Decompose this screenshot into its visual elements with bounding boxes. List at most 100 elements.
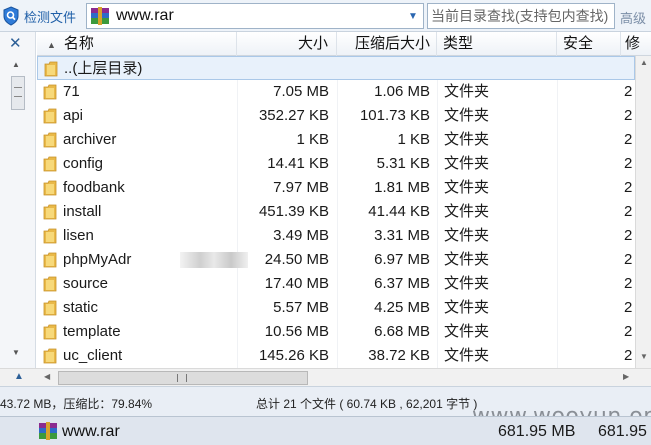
file-size: 7.97 MB (273, 179, 329, 196)
file-type: 文件夹 (444, 299, 490, 316)
folder-icon (43, 228, 57, 244)
status-left: 43.72 MB，压缩比：79.84% (0, 397, 153, 411)
file-modified: 2 (624, 107, 633, 124)
folder-icon (43, 324, 57, 340)
folder-icon (43, 252, 57, 268)
search-input[interactable]: 当前目录查找(支持包内查找) (427, 3, 615, 29)
left-panel: ✕ ▲ ▼ (0, 32, 36, 368)
file-name: static (63, 299, 99, 316)
file-modified: 2 (624, 203, 633, 220)
scroll-up-icon[interactable]: ▲ (12, 60, 20, 69)
folder-icon (44, 61, 58, 77)
column-header: ▲ 名称 大小 压缩后大小 类型 安全 修 (37, 32, 651, 56)
column-size[interactable]: 大小 (237, 32, 337, 56)
file-name: uc_client (63, 347, 123, 364)
scroll-up-icon[interactable]: ▲ (640, 58, 648, 67)
collapse-up-icon[interactable]: ▲ (14, 371, 24, 382)
file-type: 文件夹 (444, 227, 490, 244)
file-name: template (63, 323, 121, 340)
file-size: 17.40 MB (264, 275, 329, 292)
file-row[interactable]: source 17.40 MB 6.37 MB 文件夹 2 (37, 272, 635, 296)
file-size: 14.41 KB (267, 155, 329, 172)
file-type: 文件夹 (444, 83, 490, 100)
file-size: 352.27 KB (258, 107, 329, 124)
file-row[interactable]: lisen 3.49 MB 3.31 MB 文件夹 2 (37, 224, 635, 248)
detect-file-label: 检测文件 (24, 9, 77, 25)
file-type: 文件夹 (444, 251, 490, 268)
file-name: install (63, 203, 102, 220)
chevron-down-icon[interactable]: ▼ (403, 11, 423, 22)
detect-file-button[interactable]: 检测文件 (2, 3, 82, 29)
file-size: 10.56 MB (264, 323, 329, 340)
shield-icon (3, 6, 19, 26)
file-row[interactable]: foodbank 7.97 MB 1.81 MB 文件夹 2 (37, 176, 635, 200)
file-modified: 2 (624, 299, 633, 316)
file-size: 5.57 MB (273, 299, 329, 316)
scroll-left-icon[interactable]: ◀ (44, 372, 50, 381)
file-name: foodbank (63, 179, 125, 196)
file-row[interactable]: api 352.27 KB 101.73 KB 文件夹 2 (37, 104, 635, 128)
column-modified[interactable]: 修 (621, 32, 651, 56)
column-packed-size[interactable]: 压缩后大小 (337, 32, 437, 56)
file-size: 145.26 KB (258, 347, 329, 364)
file-row[interactable]: template 10.56 MB 6.68 MB 文件夹 2 (37, 320, 635, 344)
folder-icon (43, 204, 57, 220)
file-name: source (63, 275, 109, 292)
column-name-label: 名称 (63, 35, 94, 52)
advanced-search-link[interactable]: 高级 (620, 8, 646, 27)
folder-icon (43, 108, 57, 124)
folder-icon (43, 276, 57, 292)
file-list: ..(上层目录) 71 7.05 MB 1.06 MB 文件夹 2 api 352.27 K… (37, 56, 635, 368)
column-type[interactable]: 类型 (437, 32, 557, 56)
file-size: 451.39 KB (258, 203, 329, 220)
parent-directory-row[interactable]: ..(上层目录) (37, 56, 635, 80)
file-size: 24.50 MB (264, 251, 329, 268)
address-path: www.rar (116, 7, 174, 24)
file-type: 文件夹 (444, 275, 490, 292)
column-security[interactable]: 安全 (557, 32, 621, 56)
address-bar[interactable]: www.rar ▼ (86, 3, 424, 29)
file-type: 文件夹 (444, 107, 490, 124)
file-packed-size: 6.97 MB (374, 251, 430, 268)
sort-ascending-icon: ▲ (47, 40, 56, 50)
rar-archive-icon (91, 7, 109, 25)
file-name: config (63, 155, 104, 172)
folder-icon (43, 84, 57, 100)
file-row[interactable]: uc_client 145.26 KB 38.72 KB 文件夹 2 (37, 344, 635, 368)
file-modified: 2 (624, 251, 633, 268)
file-modified: 2 (624, 275, 633, 292)
grip-icon (14, 87, 22, 97)
scroll-down-icon[interactable]: ▼ (640, 352, 648, 361)
file-type: 文件夹 (444, 347, 490, 364)
bottom-file-size-2: 681.95 (598, 423, 647, 440)
file-packed-size: 6.37 MB (374, 275, 430, 292)
rar-archive-icon (39, 422, 57, 440)
file-row[interactable]: 71 7.05 MB 1.06 MB 文件夹 2 (37, 80, 635, 104)
file-packed-size: 6.68 MB (374, 323, 430, 340)
file-row[interactable]: install 451.39 KB 41.44 KB 文件夹 2 (37, 200, 635, 224)
horizontal-scrollbar[interactable]: ▲ ◀ ▶ (0, 368, 651, 386)
file-type: 文件夹 (444, 323, 490, 340)
bottom-file-bar[interactable]: www.rar 681.95 MB 681.95 (0, 416, 651, 445)
close-icon[interactable]: ✕ (9, 34, 22, 52)
bottom-file-size: 681.95 MB (498, 423, 576, 440)
file-modified: 2 (624, 323, 633, 340)
file-type: 文件夹 (444, 179, 490, 196)
file-size: 1 KB (296, 131, 329, 148)
vertical-scrollbar[interactable]: ▲ ▼ (635, 56, 651, 368)
file-row[interactable]: phpMyAdr 24.50 MB 6.97 MB 文件夹 2 (37, 248, 635, 272)
folder-icon (43, 180, 57, 196)
scroll-down-icon[interactable]: ▼ (12, 348, 20, 357)
file-row[interactable]: static 5.57 MB 4.25 MB 文件夹 2 (37, 296, 635, 320)
folder-icon (43, 348, 57, 364)
file-row[interactable]: archiver 1 KB 1 KB 文件夹 2 (37, 128, 635, 152)
file-modified: 2 (624, 155, 633, 172)
folder-icon (43, 300, 57, 316)
file-name: archiver (63, 131, 117, 148)
file-packed-size: 38.72 KB (368, 347, 430, 364)
file-row[interactable]: config 14.41 KB 5.31 KB 文件夹 2 (37, 152, 635, 176)
column-name[interactable]: ▲ 名称 (37, 32, 237, 56)
file-packed-size: 4.25 MB (374, 299, 430, 316)
scroll-right-icon[interactable]: ▶ (623, 372, 629, 381)
grip-icon (177, 374, 187, 382)
